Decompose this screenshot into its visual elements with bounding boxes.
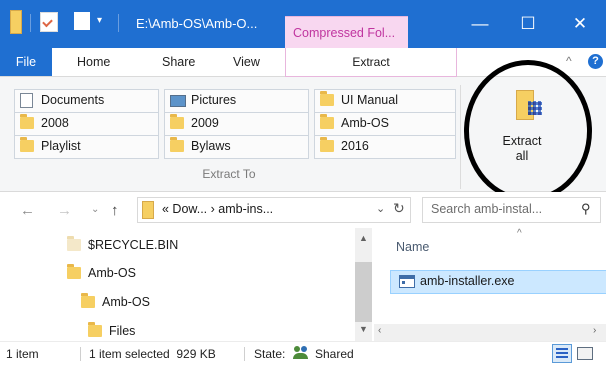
context-tab-label: Compressed Fol... [293, 26, 396, 40]
executable-icon [399, 275, 415, 288]
up-arrow-icon[interactable]: ↑ [111, 202, 119, 219]
tree-item-label: Amb-OS [102, 295, 150, 309]
destination-label: 2009 [191, 116, 219, 130]
context-tab-compressed-folder-tools[interactable]: Compressed Fol... [285, 16, 408, 49]
folder-icon [320, 114, 334, 129]
scroll-up-icon[interactable]: ▲ [359, 233, 368, 243]
shared-users-icon [293, 346, 309, 360]
documents-icon [20, 93, 33, 108]
item-count: 1 item [6, 347, 39, 361]
scroll-right-icon[interactable]: › [593, 325, 596, 336]
destination-label: Amb-OS [341, 116, 389, 130]
file-row-selected[interactable]: amb-installer.exe [390, 270, 606, 294]
folder-icon[interactable] [10, 10, 22, 34]
search-box[interactable]: Search amb-instal... ⚲ [422, 197, 601, 223]
scrollbar-thumb[interactable] [355, 262, 372, 322]
minimize-button[interactable]: — [468, 12, 492, 36]
tab-view[interactable]: View [233, 48, 260, 76]
destination-playlist[interactable]: Playlist [14, 135, 159, 159]
scroll-left-icon[interactable]: ‹ [378, 325, 381, 336]
customize-dropdown-icon[interactable]: ▾ [97, 15, 107, 35]
navigation-bar: ← → ⌄ ↑ « Dow... › amb-ins... ⌄ ↻ Search… [0, 192, 606, 228]
help-icon[interactable]: ? [588, 54, 603, 69]
folder-icon [170, 137, 184, 152]
destination-2008[interactable]: 2008 [14, 112, 159, 136]
destination-2016[interactable]: 2016 [314, 135, 456, 159]
tree-item-label: $RECYCLE.BIN [88, 238, 179, 252]
folder-icon [67, 264, 81, 279]
collapse-ribbon-icon[interactable]: ^ [566, 54, 572, 68]
destination-2009[interactable]: 2009 [164, 112, 309, 136]
maximize-button[interactable]: ☐ [516, 12, 540, 36]
recent-locations-chevron-icon[interactable]: ⌄ [91, 204, 99, 215]
address-dropdown-icon[interactable]: ⌄ [376, 202, 385, 215]
file-list: ^ Name amb-installer.exe ‹ › [374, 228, 606, 341]
tree-item-label: Amb-OS [88, 266, 136, 280]
destination-documents[interactable]: Documents [14, 89, 159, 113]
folder-icon [67, 236, 81, 251]
destination-ui-manual[interactable]: UI Manual [314, 89, 456, 113]
properties-icon[interactable] [40, 12, 58, 32]
highlight-circle [464, 60, 592, 202]
address-bar[interactable]: « Dow... › amb-ins... ⌄ ↻ [137, 197, 411, 223]
state-label: State: [254, 347, 286, 361]
folder-icon [20, 137, 34, 152]
folder-icon [20, 114, 34, 129]
destination-label: 2016 [341, 139, 369, 153]
separator [244, 347, 245, 361]
new-folder-icon[interactable] [74, 12, 90, 30]
tab-share[interactable]: Share [162, 48, 195, 76]
horizontal-scrollbar[interactable]: ‹ › [374, 324, 606, 341]
destination-amb-os[interactable]: Amb-OS [314, 112, 456, 136]
destination-label: UI Manual [341, 93, 398, 107]
destination-label: 2008 [41, 116, 69, 130]
large-icons-view-icon[interactable] [576, 345, 593, 360]
zip-folder-icon [142, 201, 154, 219]
destination-label: Documents [41, 93, 105, 107]
status-bar: 1 item 1 item selected 929 KB State: Sha… [0, 341, 606, 365]
tab-home[interactable]: Home [77, 48, 110, 76]
folder-icon [170, 114, 184, 129]
sort-caret-icon: ^ [517, 228, 522, 239]
file-name: amb-installer.exe [420, 274, 515, 288]
folder-icon [81, 293, 95, 308]
forward-arrow-icon[interactable]: → [57, 202, 72, 219]
tab-file[interactable]: File [0, 48, 52, 76]
separator [118, 14, 119, 32]
destination-label: Bylaws [191, 139, 231, 153]
address-path: « Dow... › amb-ins... [162, 202, 274, 216]
separator [80, 347, 81, 361]
state-value: Shared [315, 347, 354, 361]
folder-icon [320, 91, 334, 106]
close-button[interactable]: ✕ [568, 12, 592, 36]
search-icon[interactable]: ⚲ [581, 201, 591, 217]
destination-label: Pictures [191, 93, 237, 107]
selection-info: 1 item selected 929 KB [89, 347, 216, 361]
column-header-name[interactable]: Name [396, 240, 429, 254]
back-arrow-icon[interactable]: ← [20, 202, 35, 219]
tab-extract[interactable]: Extract [285, 48, 457, 77]
destination-label: Playlist [41, 139, 81, 153]
folder-icon [88, 322, 102, 337]
scroll-down-icon[interactable]: ▼ [359, 324, 368, 334]
pictures-icon [170, 95, 186, 107]
separator [30, 14, 31, 32]
title-bar: ▾ E:\Amb-OS\Amb-O... Compressed Fol... —… [0, 0, 606, 49]
tree-item-label: Files [109, 324, 136, 338]
destination-bylaws[interactable]: Bylaws [164, 135, 309, 159]
extract-to-group-label: Extract To [202, 167, 256, 181]
search-input[interactable]: Search amb-instal... [431, 202, 542, 216]
folder-icon [320, 137, 334, 152]
details-view-icon[interactable] [552, 344, 572, 363]
refresh-icon[interactable]: ↻ [393, 200, 405, 217]
navigation-pane: $RECYCLE.BIN Amb-OS Amb-OS Files ▲ ▼ [0, 228, 373, 341]
vertical-scrollbar[interactable]: ▲ ▼ [355, 228, 372, 341]
window-title: E:\Amb-OS\Amb-O... [136, 16, 258, 31]
destination-pictures[interactable]: Pictures [164, 89, 309, 113]
